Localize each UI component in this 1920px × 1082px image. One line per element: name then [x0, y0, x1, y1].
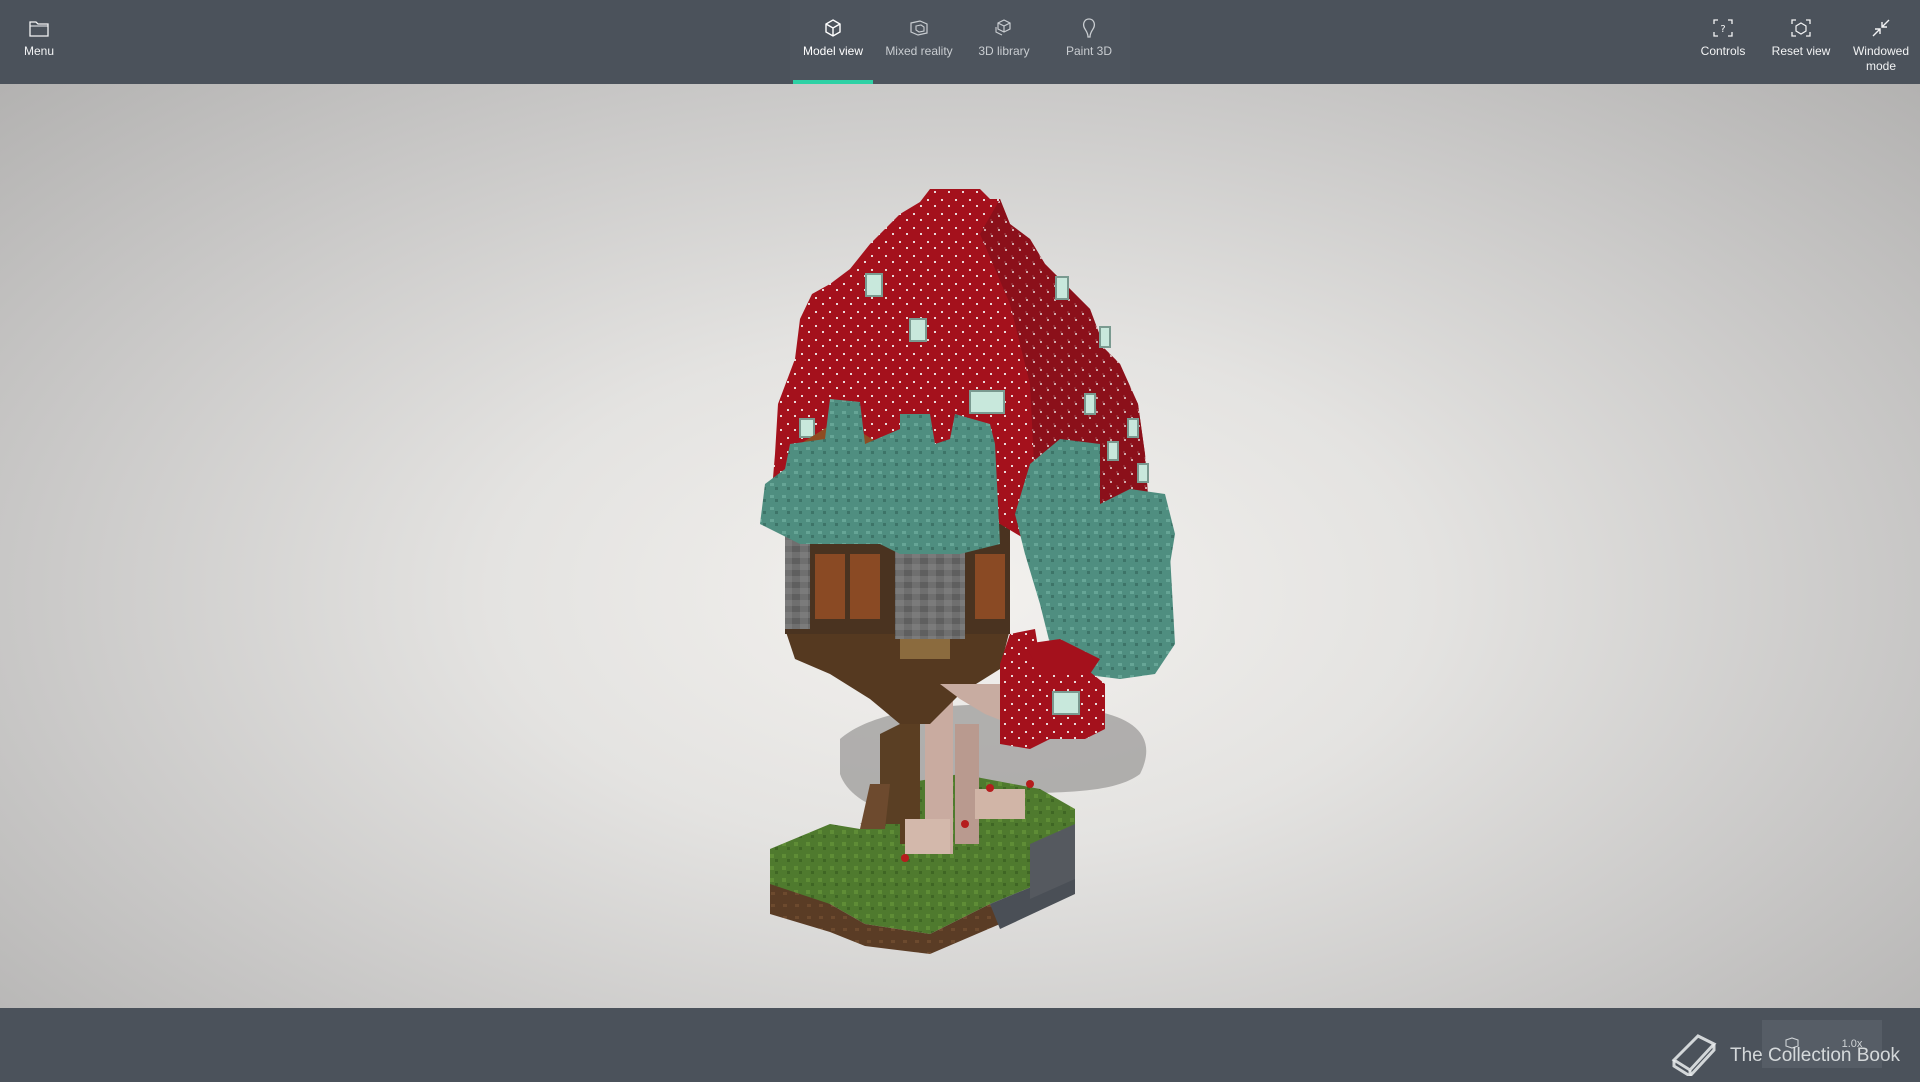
menu-button[interactable]: Menu	[18, 0, 60, 84]
reset-view-label: Reset view	[1771, 44, 1831, 58]
cube-icon	[822, 17, 844, 39]
paint-3d-icon	[1078, 17, 1100, 39]
tab-label: Paint 3D	[1065, 44, 1113, 58]
3d-library-icon	[993, 17, 1015, 39]
tab-mixed-reality[interactable]: Mixed reality	[877, 0, 961, 84]
view-tabs: Model view Mixed reality 3D library Pain…	[790, 0, 1130, 84]
tab-label: Model view	[802, 44, 864, 58]
bottom-bar	[0, 1008, 1920, 1080]
folder-icon	[28, 17, 50, 39]
reset-view-button[interactable]: Reset view	[1766, 0, 1836, 84]
controls-button[interactable]: ? Controls	[1688, 0, 1758, 84]
controls-icon: ?	[1712, 17, 1734, 39]
watermark: The Collection Book	[1668, 1030, 1900, 1082]
mixed-reality-icon	[908, 17, 930, 39]
tab-3d-library[interactable]: 3D library	[962, 0, 1046, 84]
controls-label: Controls	[1700, 44, 1746, 58]
tab-label: Mixed reality	[885, 44, 953, 58]
watermark-text: The Collection Book	[1730, 1045, 1901, 1066]
tab-paint-3d[interactable]: Paint 3D	[1047, 0, 1131, 84]
top-toolbar: Menu Model view Mixed reality 3D library…	[0, 0, 1920, 84]
windowed-mode-label: Windowed mode	[1852, 44, 1910, 73]
mushroom-house-model[interactable]	[0, 84, 1920, 1008]
book-logo-icon	[1668, 1030, 1720, 1082]
reset-view-icon	[1790, 17, 1812, 39]
tab-model-view[interactable]: Model view	[793, 0, 873, 84]
active-tab-indicator	[793, 80, 873, 84]
svg-text:?: ?	[1720, 24, 1725, 35]
tab-label: 3D library	[978, 44, 1030, 58]
menu-label: Menu	[23, 44, 55, 58]
windowed-mode-button[interactable]: Windowed mode	[1846, 0, 1916, 84]
windowed-mode-icon	[1870, 17, 1892, 39]
3d-viewport[interactable]	[0, 84, 1920, 1008]
